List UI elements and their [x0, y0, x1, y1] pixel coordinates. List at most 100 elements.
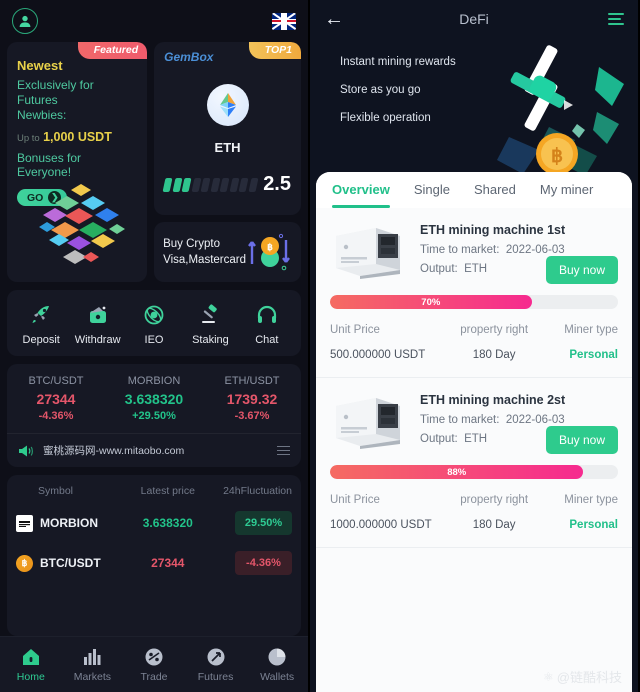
miner-machine-image	[330, 392, 408, 450]
market-symbol-cell: MORBION	[16, 514, 126, 532]
back-arrow-icon[interactable]: ←	[324, 9, 344, 29]
product-header: ETH mining machine 2st Time to market: 2…	[330, 392, 618, 454]
quick-action-withdraw[interactable]: Withdraw	[69, 302, 125, 346]
ticker-change: -3.67%	[234, 410, 270, 422]
tab-shared[interactable]: Shared	[474, 182, 530, 208]
tab-futures[interactable]: Futures	[185, 646, 247, 683]
table-row[interactable]: ฿ BTC/USDT 27344 -4.36%	[7, 543, 301, 583]
time-label: Time to market:	[420, 244, 500, 256]
quick-actions-row: Deposit Withdraw IEO Staking Chat	[7, 290, 301, 356]
atom-icon	[126, 302, 182, 328]
bars-icon	[62, 646, 124, 667]
market-list-card: Symbol Latest price 24hFluctuation MORBI…	[7, 475, 301, 636]
tab-markets[interactable]: Markets	[62, 646, 124, 683]
list-item: ETH mining machine 1st Time to market: 2…	[316, 208, 632, 378]
tab-single[interactable]: Single	[414, 182, 464, 208]
buy-now-button[interactable]: Buy now	[545, 426, 618, 454]
watermark: ⚛ @链酷科技	[543, 667, 622, 686]
hero-feature-list: Instant mining rewards Store as you go F…	[310, 38, 638, 124]
spec-value: 180 Day	[472, 349, 516, 361]
spec-header: property right	[460, 324, 529, 336]
defi-header: ← DeFi	[310, 0, 638, 38]
ticker-btc[interactable]: BTC/USDT 27344 -4.36%	[7, 375, 105, 422]
gembox-column: TOP1 GemBox ETH 2.5 Buy Crypto Visa,Mast…	[154, 42, 301, 282]
tab-trade[interactable]: Trade	[123, 646, 185, 683]
output-value: ETH	[464, 263, 488, 275]
avatar-icon[interactable]	[12, 8, 38, 34]
ticker-price: 27344	[36, 391, 76, 407]
promo-line-2: Newbies:	[17, 108, 67, 122]
progress-fill: 88%	[330, 465, 584, 479]
tab-home[interactable]: Home	[0, 646, 62, 683]
spec-header: Unit Price	[330, 494, 380, 506]
quick-action-chat[interactable]: Chat	[239, 302, 295, 346]
gembox-meter: 2.5	[154, 173, 301, 196]
promo-amount-row: Up to 1,000 USDT	[17, 130, 137, 144]
quick-action-staking[interactable]: Staking	[182, 302, 238, 346]
tab-wallets[interactable]: Wallets	[246, 646, 308, 683]
promo-title: Newest	[17, 58, 63, 73]
progress-bar: 88%	[330, 465, 618, 479]
product-time-to-market: Time to market: 2022-06-03	[420, 414, 618, 426]
product-name: ETH mining machine 2st	[420, 393, 566, 407]
ticker-row: BTC/USDT 27344 -4.36% MORBION 3.638320 +…	[7, 375, 301, 422]
tab-my-miner[interactable]: My miner	[540, 182, 607, 208]
hero-line: Flexible operation	[340, 112, 431, 124]
tab-label: Home	[16, 671, 45, 683]
product-name: ETH mining machine 1st	[420, 223, 566, 237]
announcement-bar[interactable]: 蜜桃源码网-www.mitaobo.com	[7, 433, 301, 467]
wallet-icon	[69, 302, 125, 328]
gembox-card[interactable]: TOP1 GemBox ETH 2.5	[154, 42, 301, 215]
quick-action-ieo[interactable]: IEO	[126, 302, 182, 346]
headset-icon	[239, 302, 295, 328]
weibo-icon: ⚛	[543, 669, 554, 684]
futures-icon	[185, 646, 247, 667]
ticker-morbion[interactable]: MORBION 3.638320 +29.50%	[105, 375, 203, 422]
hero-line: Store as you go	[340, 84, 421, 96]
featured-promo-card[interactable]: Featured Newest Exclusively for Futures …	[7, 42, 148, 282]
spec-col-property-right: property right 180 Day	[451, 324, 537, 361]
time-value: 2022-06-03	[505, 414, 565, 426]
quick-action-label: Deposit	[22, 334, 60, 346]
quick-action-label: Staking	[192, 334, 229, 346]
announcement-text: 蜜桃源码网-www.mitaobo.com	[43, 445, 185, 457]
ticker-card: BTC/USDT 27344 -4.36% MORBION 3.638320 +…	[7, 364, 301, 467]
spec-col-property-right: property right 180 Day	[451, 494, 537, 531]
progress-fill: 70%	[330, 295, 532, 309]
tab-overview[interactable]: Overview	[332, 182, 404, 208]
quick-action-label: Withdraw	[74, 334, 121, 346]
buy-crypto-line-1: Buy Crypto	[163, 238, 220, 250]
tab-label: My miner	[539, 182, 594, 197]
menu-icon[interactable]	[608, 13, 624, 25]
table-row[interactable]: MORBION 3.638320 29.50%	[7, 503, 301, 543]
time-value: 2022-06-03	[505, 244, 565, 256]
gembox-coin-block: ETH	[154, 84, 301, 155]
spec-value: Personal	[569, 349, 618, 361]
spec-header: property right	[460, 494, 529, 506]
output-label: Output:	[420, 433, 458, 445]
tab-label: Wallets	[260, 671, 295, 683]
progress-bar: 70%	[330, 295, 618, 309]
quick-action-label: IEO	[144, 334, 164, 346]
home-topbar	[0, 0, 308, 42]
defi-hero: Instant mining rewards Store as you go F…	[310, 38, 638, 176]
isometric-blocks-illustration	[39, 184, 125, 264]
product-spec-table: Unit Price 500.000000 USDT property righ…	[330, 324, 618, 361]
list-icon[interactable]	[277, 445, 290, 456]
uk-flag-icon[interactable]	[272, 12, 296, 30]
product-spec-table: Unit Price 1000.000000 USDT property rig…	[330, 494, 618, 531]
tab-label: Overview	[332, 182, 390, 197]
buy-crypto-card[interactable]: Buy Crypto Visa,Mastercard ฿	[154, 222, 301, 282]
buy-now-button[interactable]: Buy now	[545, 256, 618, 284]
trade-icon	[123, 646, 185, 667]
time-label: Time to market:	[420, 414, 500, 426]
gembox-label: GemBox	[164, 50, 214, 64]
buy-crypto-illustration: ฿	[246, 230, 292, 274]
quick-action-deposit[interactable]: Deposit	[13, 302, 69, 346]
rocket-icon	[13, 302, 69, 328]
promo-amount: 1,000 USDT	[43, 130, 112, 144]
ticker-eth[interactable]: ETH/USDT 1739.32 -3.67%	[203, 375, 301, 422]
tab-label: Markets	[73, 671, 112, 683]
market-header-change: 24hFluctuation	[223, 485, 292, 497]
eth-coin-icon	[206, 84, 249, 126]
